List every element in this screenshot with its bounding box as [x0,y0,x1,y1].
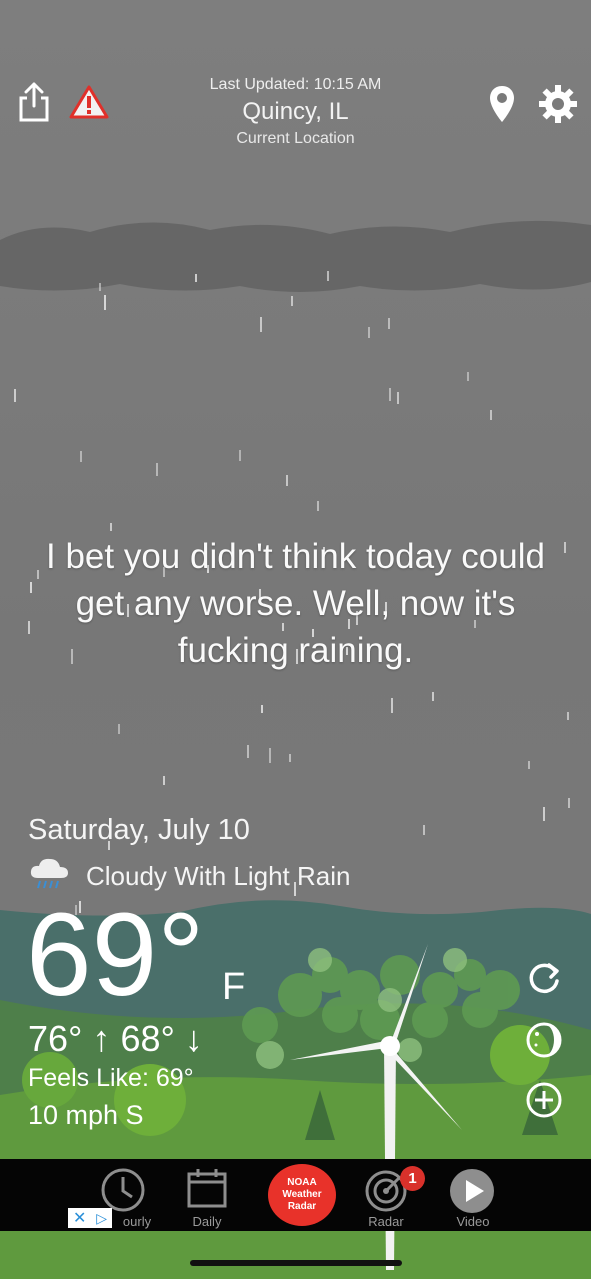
tab-video[interactable]: Video [433,1159,513,1231]
raindrop [110,523,112,531]
refresh-icon[interactable] [524,958,564,998]
weather-message: I bet you didn't think today could get a… [46,537,545,670]
noaa-radar-button[interactable]: NOAA Weather Radar [268,1164,336,1226]
noaa-line-1: NOAA [287,1177,317,1188]
radar-badge: 1 [400,1166,425,1191]
current-temperature: 69° [26,889,205,1021]
forecast-date: Saturday, July 10 [28,814,250,846]
raindrop [195,274,197,282]
raindrop [317,501,319,511]
raindrop [528,761,530,769]
moon-phase-icon[interactable] [524,1020,564,1060]
add-location-icon[interactable] [524,1080,564,1120]
condition-text: Cloudy With Light Rain [86,860,351,891]
top-bar: Last Updated: 10:15 AM Quincy, IL Curren… [0,70,591,160]
high-low-temperature: 76° ↑ 68° ↓ [28,1018,203,1059]
raindrop [260,317,262,332]
raindrop [118,724,120,734]
raindrop [261,705,263,713]
noaa-line-2: Weather [282,1189,322,1200]
close-ad-icon[interactable]: ✕ [73,1208,86,1228]
raindrop [80,451,82,462]
raindrop [163,776,165,785]
raindrop [104,295,106,310]
raindrop [568,798,570,808]
raindrop [30,582,32,593]
location-pin-icon[interactable] [484,82,520,126]
raindrop [269,748,271,763]
tab-video-label: Video [456,1214,490,1229]
raindrop [567,712,569,720]
temperature-unit[interactable]: F [222,966,245,1009]
raindrop [289,754,291,762]
raindrop [37,570,39,579]
raindrop [389,388,391,401]
location-label: Current Location [236,130,355,147]
raindrop [423,825,425,835]
calendar-icon [187,1169,227,1208]
raindrop [388,318,390,329]
home-indicator[interactable] [190,1260,402,1266]
raindrop [239,450,241,461]
ad-info-icon[interactable]: ▷ [96,1210,107,1227]
raindrop [286,475,288,486]
tab-radar-label: Radar [368,1214,404,1229]
raindrop [432,692,434,701]
settings-gear-icon[interactable] [536,82,580,126]
raindrop [467,372,469,381]
noaa-line-3: Radar [287,1201,317,1212]
raindrop [543,807,545,821]
raindrop [291,296,293,306]
tab-daily[interactable]: Daily [167,1159,247,1231]
clock-icon [101,1168,145,1212]
wind-speed: 10 mph S [28,1100,144,1130]
raindrop [99,283,101,291]
raindrop [156,463,158,476]
raindrop [397,392,399,404]
tab-daily-label: Daily [192,1214,222,1229]
raindrop [247,745,249,758]
raindrop [564,542,566,553]
ad-choices[interactable]: ✕ ▷ [68,1208,112,1228]
raindrop [391,698,393,713]
raindrop [327,271,329,281]
raindrop [28,621,30,634]
raindrop [14,389,16,402]
raindrop [490,410,492,420]
feels-like: Feels Like: 69° [28,1064,194,1092]
play-icon [450,1169,494,1213]
raindrop [368,327,370,338]
